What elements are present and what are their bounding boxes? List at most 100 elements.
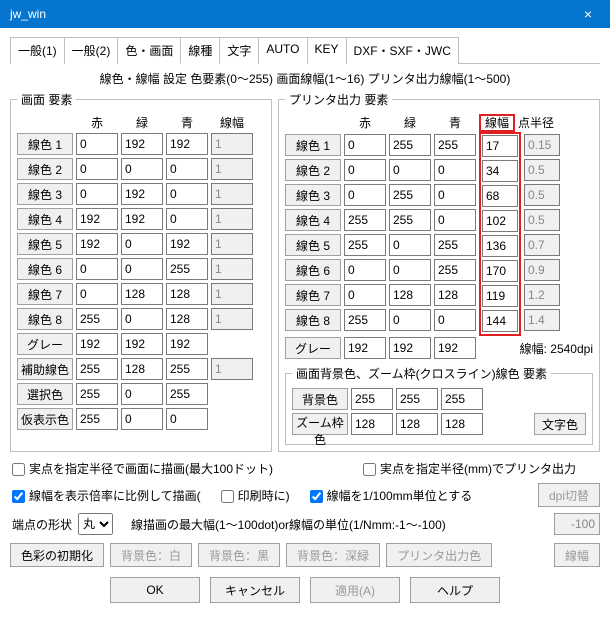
- printer-color-button[interactable]: プリンタ出力色: [386, 543, 492, 567]
- aux-b[interactable]: [166, 358, 208, 380]
- printer-color-button[interactable]: 線色 2: [285, 159, 341, 181]
- printer-g[interactable]: [389, 259, 431, 281]
- printer-w[interactable]: [482, 235, 518, 257]
- p-gray-b[interactable]: [434, 337, 476, 359]
- screen-b[interactable]: [166, 183, 208, 205]
- screen-r[interactable]: [76, 208, 118, 230]
- tab-3[interactable]: 線種: [181, 37, 220, 64]
- help-button[interactable]: ヘルプ: [410, 577, 500, 603]
- printer-r[interactable]: [344, 309, 386, 331]
- printer-w[interactable]: [482, 285, 518, 307]
- screen-color-button[interactable]: 線色 4: [17, 208, 73, 230]
- screen-r[interactable]: [76, 308, 118, 330]
- select-color-button[interactable]: 選択色: [17, 383, 73, 405]
- screen-r[interactable]: [76, 233, 118, 255]
- screen-g[interactable]: [121, 233, 163, 255]
- printer-g[interactable]: [389, 134, 431, 156]
- screen-color-button[interactable]: 線色 5: [17, 233, 73, 255]
- screen-color-button[interactable]: 線色 3: [17, 183, 73, 205]
- endshape-select[interactable]: 丸: [78, 513, 113, 535]
- printer-w[interactable]: [482, 310, 518, 332]
- printer-b[interactable]: [434, 159, 476, 181]
- apply-button[interactable]: 適用(A): [310, 577, 400, 603]
- screen-color-button[interactable]: 線色 6: [17, 258, 73, 280]
- p-gray-button[interactable]: グレー: [285, 337, 341, 359]
- printer-w[interactable]: [482, 160, 518, 182]
- zoom-frame-button[interactable]: ズーム枠色: [292, 413, 348, 435]
- temp-g[interactable]: [121, 408, 163, 430]
- tab-6[interactable]: KEY: [308, 37, 347, 64]
- bg-color-button[interactable]: 背景色: [292, 388, 348, 410]
- tab-2[interactable]: 色・画面: [118, 37, 181, 64]
- bg-black-button[interactable]: 背景色：黒: [198, 543, 280, 567]
- screen-r[interactable]: [76, 133, 118, 155]
- sel-r[interactable]: [76, 383, 118, 405]
- sel-g[interactable]: [121, 383, 163, 405]
- tab-1[interactable]: 一般(2): [65, 37, 119, 64]
- printer-color-button[interactable]: 線色 6: [285, 259, 341, 281]
- printer-r[interactable]: [344, 134, 386, 156]
- screen-color-button[interactable]: 線色 7: [17, 283, 73, 305]
- sel-b[interactable]: [166, 383, 208, 405]
- temp-r[interactable]: [76, 408, 118, 430]
- screen-r[interactable]: [76, 158, 118, 180]
- chk-screen-pointr[interactable]: 実点を指定半径で画面に描画(最大100ドット): [10, 460, 273, 477]
- screen-g[interactable]: [121, 158, 163, 180]
- printer-b[interactable]: [434, 259, 476, 281]
- screen-r[interactable]: [76, 283, 118, 305]
- printer-g[interactable]: [389, 209, 431, 231]
- chk-scale-width[interactable]: 線幅を表示倍率に比例して描画(: [10, 487, 201, 504]
- ok-button[interactable]: OK: [110, 577, 200, 603]
- screen-b[interactable]: [166, 258, 208, 280]
- printer-color-button[interactable]: 線色 3: [285, 184, 341, 206]
- screen-b[interactable]: [166, 233, 208, 255]
- aux-button[interactable]: 補助線色: [17, 358, 73, 380]
- screen-b[interactable]: [166, 308, 208, 330]
- gray-g[interactable]: [121, 333, 163, 355]
- printer-b[interactable]: [434, 309, 476, 331]
- printer-r[interactable]: [344, 209, 386, 231]
- gray-button[interactable]: グレー: [17, 333, 73, 355]
- aux-g[interactable]: [121, 358, 163, 380]
- printer-r[interactable]: [344, 184, 386, 206]
- screen-g[interactable]: [121, 258, 163, 280]
- p-gray-r[interactable]: [344, 337, 386, 359]
- printer-w[interactable]: [482, 260, 518, 282]
- screen-g[interactable]: [121, 208, 163, 230]
- printer-r[interactable]: [344, 159, 386, 181]
- zm-b[interactable]: [441, 413, 483, 435]
- bg-deepgreen-button[interactable]: 背景色：深緑: [286, 543, 380, 567]
- tab-5[interactable]: AUTO: [259, 37, 307, 64]
- printer-b[interactable]: [434, 209, 476, 231]
- printer-r[interactable]: [344, 284, 386, 306]
- temp-color-button[interactable]: 仮表示色: [17, 408, 73, 430]
- screen-g[interactable]: [121, 183, 163, 205]
- gray-b[interactable]: [166, 333, 208, 355]
- printer-r[interactable]: [344, 234, 386, 256]
- dpi-toggle-button[interactable]: dpi切替: [538, 483, 600, 507]
- screen-color-button[interactable]: 線色 8: [17, 308, 73, 330]
- printer-r[interactable]: [344, 259, 386, 281]
- chk-printer-pointr[interactable]: 実点を指定半径(mm)でプリンタ出力: [361, 460, 576, 477]
- screen-r[interactable]: [76, 183, 118, 205]
- chk-on-print[interactable]: 印刷時に): [219, 487, 290, 504]
- bg-b[interactable]: [441, 388, 483, 410]
- reset-colors-button[interactable]: 色彩の初期化: [10, 543, 104, 567]
- screen-b[interactable]: [166, 283, 208, 305]
- bg-g[interactable]: [396, 388, 438, 410]
- text-color-button[interactable]: 文字色: [534, 413, 586, 435]
- p-gray-g[interactable]: [389, 337, 431, 359]
- screen-color-button[interactable]: 線色 2: [17, 158, 73, 180]
- screen-g[interactable]: [121, 283, 163, 305]
- printer-b[interactable]: [434, 134, 476, 156]
- printer-g[interactable]: [389, 234, 431, 256]
- linewidth-button[interactable]: 線幅: [554, 543, 600, 567]
- printer-b[interactable]: [434, 184, 476, 206]
- screen-g[interactable]: [121, 308, 163, 330]
- gray-r[interactable]: [76, 333, 118, 355]
- cancel-button[interactable]: キャンセル: [210, 577, 300, 603]
- aux-r[interactable]: [76, 358, 118, 380]
- printer-w[interactable]: [482, 210, 518, 232]
- printer-color-button[interactable]: 線色 7: [285, 284, 341, 306]
- printer-b[interactable]: [434, 284, 476, 306]
